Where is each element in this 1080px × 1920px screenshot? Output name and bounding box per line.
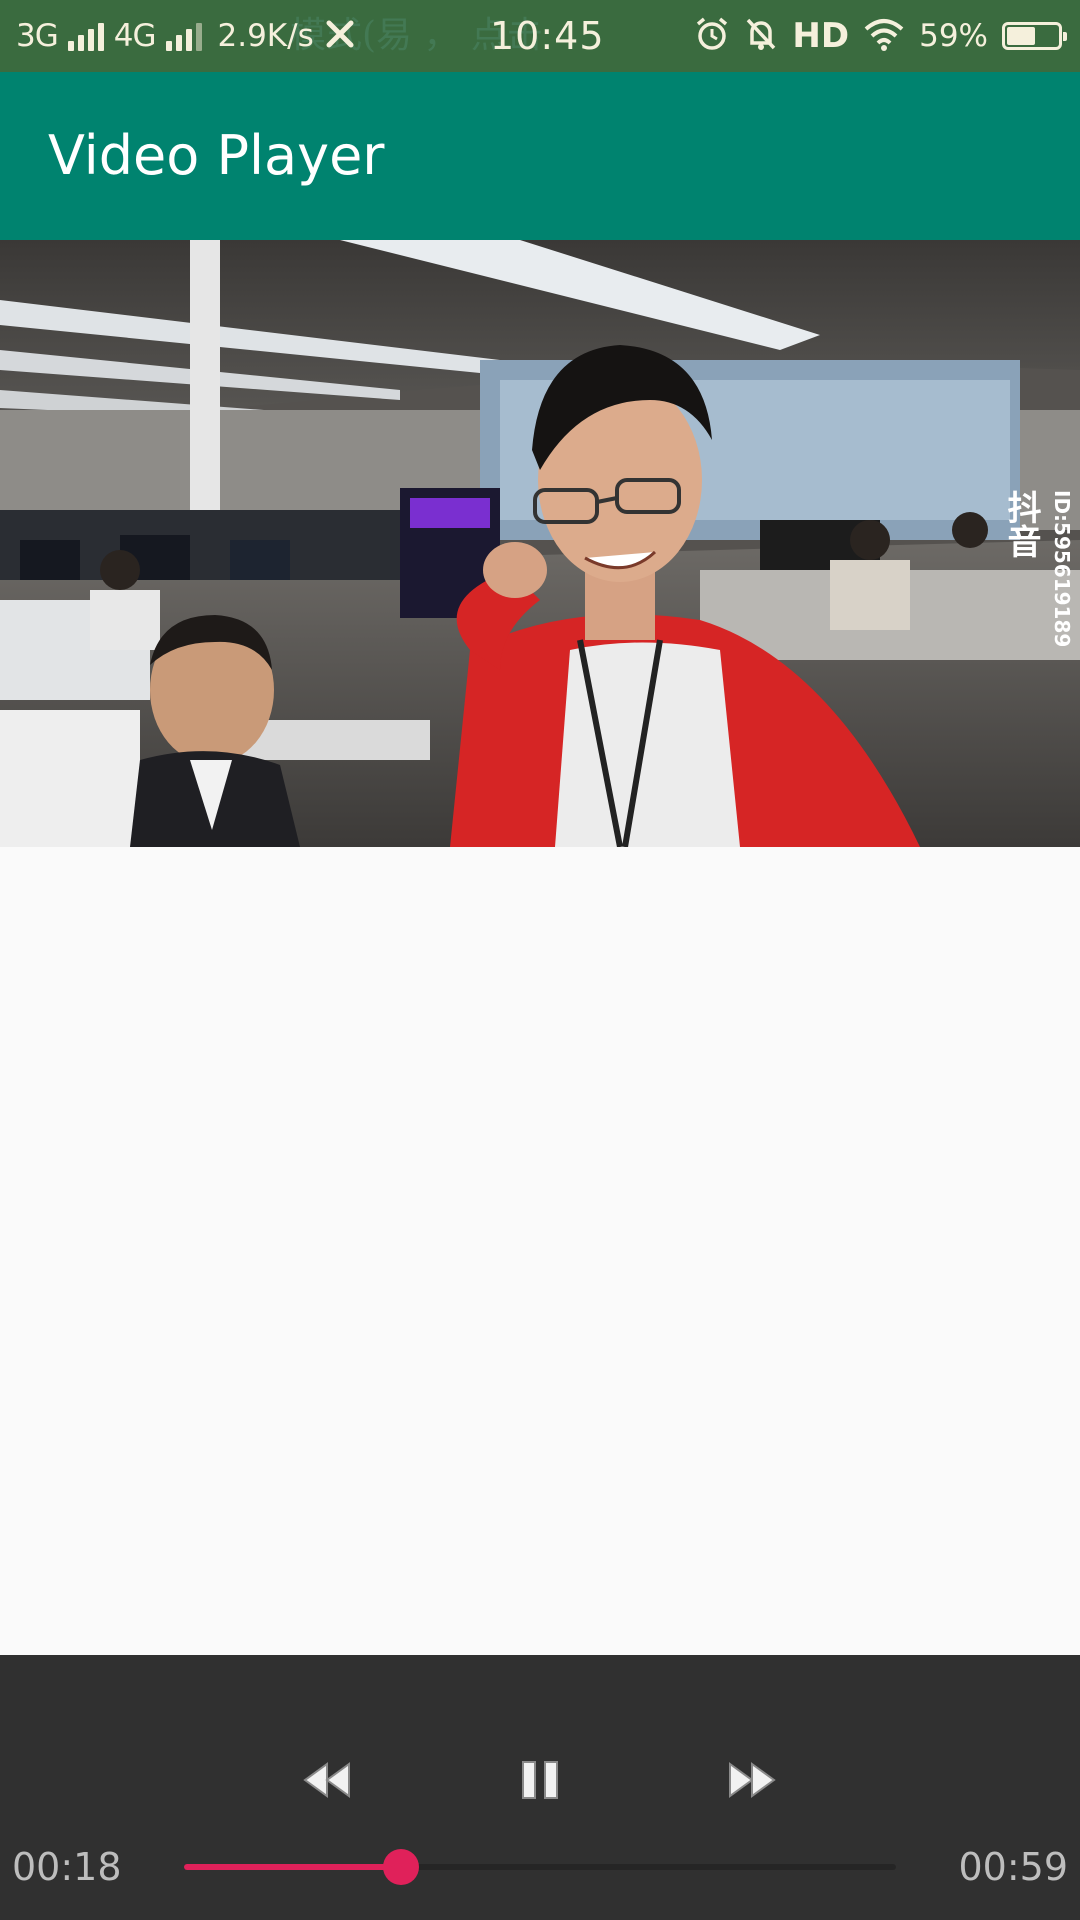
elapsed-time: 00:18 [12, 1845, 122, 1889]
status-bar: 模式(易 ， 点击 3G 4G 2.9K/s 10:45 HD 59% [0, 0, 1080, 72]
alarm-icon [694, 16, 730, 56]
watermark-id: ID:595619189 [1050, 490, 1074, 648]
fast-forward-icon [729, 1762, 776, 1798]
total-duration: 00:59 [958, 1845, 1068, 1889]
seek-progress [184, 1864, 402, 1870]
rewind-icon [303, 1762, 350, 1798]
notifications-off-icon [744, 16, 778, 56]
playback-controls: 00:18 00:59 [0, 1655, 1080, 1920]
video-watermark: 抖音 ID:595619189 [1001, 490, 1076, 650]
seek-bar[interactable] [184, 1849, 896, 1885]
rewind-button[interactable] [282, 1740, 372, 1820]
watermark-logo: 抖音 [1001, 490, 1041, 558]
network-type-3g: 3G [16, 18, 59, 54]
pause-icon [522, 1761, 558, 1799]
signal-icon [165, 21, 202, 51]
network-type-4g: 4G [113, 18, 157, 54]
page-title: Video Player [48, 124, 385, 187]
clock: 10:45 [490, 14, 605, 58]
battery-percent: 59% [919, 18, 988, 54]
wifi-icon [863, 17, 905, 55]
fast-forward-button[interactable] [707, 1740, 797, 1820]
content-area [0, 847, 1080, 1655]
hd-indicator: HD [792, 16, 850, 56]
app-bar: Video Player [0, 72, 1080, 240]
video-frame-image [0, 240, 1080, 847]
battery-icon [1002, 22, 1067, 50]
signal-icon [67, 21, 104, 51]
pause-button[interactable] [495, 1740, 585, 1820]
seek-thumb[interactable] [383, 1849, 420, 1885]
network-speed: 2.9K/s [217, 18, 314, 54]
tools-icon [324, 18, 356, 54]
video-surface[interactable]: 抖音 ID:595619189 [0, 240, 1080, 847]
